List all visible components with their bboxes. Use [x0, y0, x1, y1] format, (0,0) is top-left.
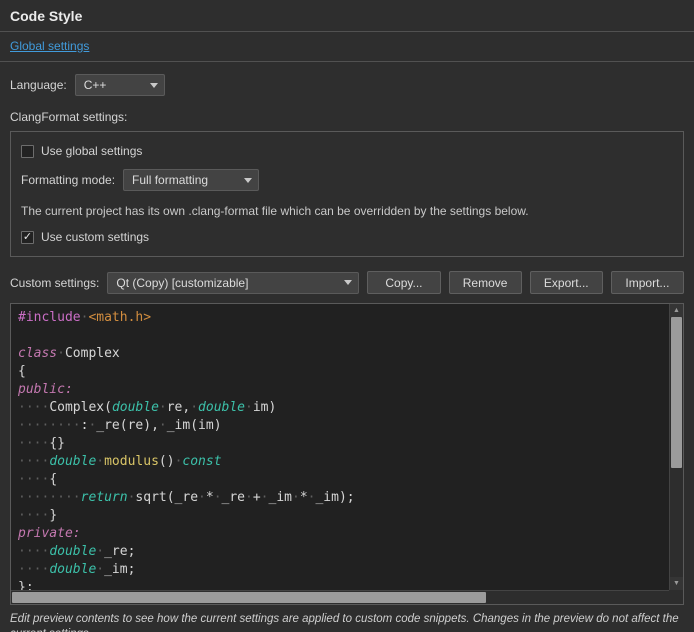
- formatting-mode-label: Formatting mode:: [21, 173, 115, 187]
- scrollbar-corner: [669, 590, 683, 604]
- use-global-settings-label: Use global settings: [41, 144, 142, 158]
- scroll-down-icon[interactable]: ▼: [670, 577, 683, 590]
- global-settings-link[interactable]: Global settings: [10, 39, 89, 53]
- vertical-scrollbar-track[interactable]: [670, 317, 683, 577]
- formatting-mode-dropdown[interactable]: Full formatting: [123, 169, 259, 191]
- use-global-settings-checkbox[interactable]: [21, 145, 34, 158]
- chevron-down-icon: [344, 280, 352, 285]
- vertical-scrollbar[interactable]: ▲ ▼: [669, 304, 683, 590]
- clangformat-groupbox: Use global settings Formatting mode: Ful…: [10, 131, 684, 257]
- language-dropdown[interactable]: C++: [75, 74, 165, 96]
- global-settings-row: Global settings: [10, 32, 684, 61]
- formatting-mode-dropdown-value: Full formatting: [132, 173, 208, 187]
- use-custom-settings-label: Use custom settings: [41, 230, 149, 244]
- code-preview-editor[interactable]: #include·<math.h> class·Complex{public:·…: [10, 303, 684, 605]
- custom-settings-dropdown-value: Qt (Copy) [customizable]: [116, 276, 248, 290]
- use-custom-settings-row[interactable]: Use custom settings: [21, 230, 673, 244]
- formatting-mode-row: Formatting mode: Full formatting: [21, 169, 673, 191]
- code-editor-content[interactable]: #include·<math.h> class·Complex{public:·…: [11, 304, 669, 590]
- code-style-page: Code Style Global settings Language: C++…: [0, 0, 694, 632]
- footer-note: Edit preview contents to see how the cur…: [10, 612, 684, 632]
- language-label: Language:: [10, 78, 67, 92]
- chevron-down-icon: [150, 83, 158, 88]
- vertical-scrollbar-thumb[interactable]: [671, 317, 682, 468]
- clang-format-file-note: The current project has its own .clang-f…: [21, 204, 673, 218]
- language-dropdown-value: C++: [84, 78, 107, 92]
- remove-button[interactable]: Remove: [449, 271, 522, 294]
- custom-settings-label: Custom settings:: [10, 276, 99, 290]
- use-custom-settings-checkbox[interactable]: [21, 231, 34, 244]
- use-global-settings-row[interactable]: Use global settings: [21, 144, 673, 158]
- horizontal-scrollbar[interactable]: [11, 590, 669, 604]
- divider: [0, 61, 694, 62]
- export-button[interactable]: Export...: [530, 271, 603, 294]
- horizontal-scrollbar-thumb[interactable]: [12, 592, 486, 603]
- custom-settings-dropdown[interactable]: Qt (Copy) [customizable]: [107, 272, 359, 294]
- custom-settings-row: Custom settings: Qt (Copy) [customizable…: [10, 271, 684, 294]
- page-title: Code Style: [10, 8, 684, 31]
- chevron-down-icon: [244, 178, 252, 183]
- scroll-up-icon[interactable]: ▲: [670, 304, 683, 317]
- language-row: Language: C++: [10, 74, 684, 96]
- import-button[interactable]: Import...: [611, 271, 684, 294]
- clangformat-settings-label: ClangFormat settings:: [10, 110, 684, 124]
- copy-button[interactable]: Copy...: [367, 271, 440, 294]
